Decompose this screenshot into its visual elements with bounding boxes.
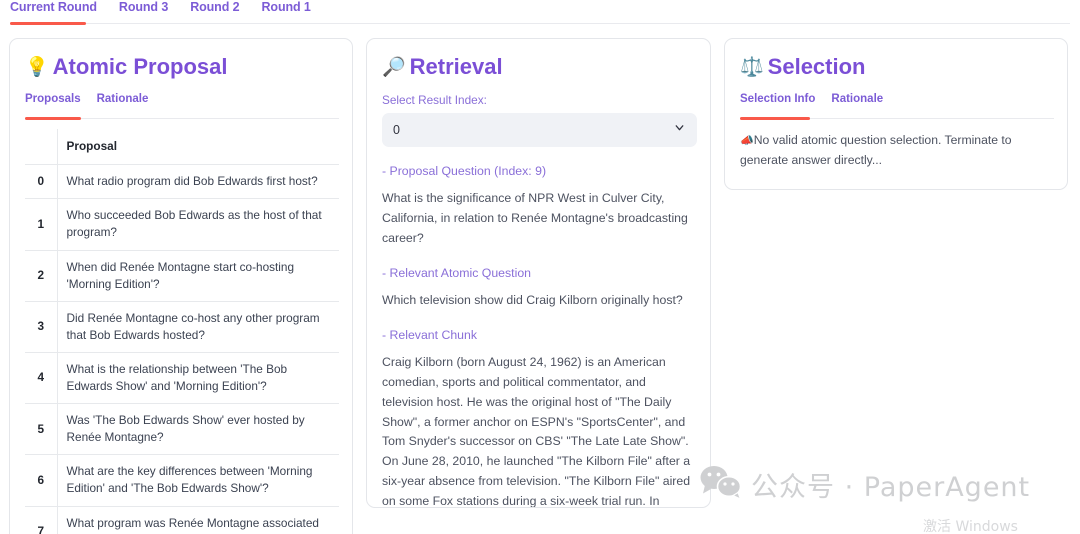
column-header-index: [25, 129, 58, 166]
row-proposal: What radio program did Bob Edwards first…: [56, 164, 339, 200]
selection-status-text: No valid atomic question selection. Term…: [740, 133, 1012, 167]
watermark-text: 公众号 · PaperAgent: [751, 472, 1031, 503]
table-row[interactable]: 4 What is the relationship between 'The …: [25, 351, 339, 405]
atomic-proposal-title-text: Atomic Proposal: [52, 54, 228, 79]
row-index: 2: [25, 249, 58, 302]
magnifying-glass-icon: 🔎: [382, 55, 406, 78]
row-index: 3: [25, 300, 58, 353]
row-proposal: Did Renée Montagne co-host any other pro…: [56, 300, 339, 353]
selection-tabs: Selection Info Rationale: [740, 93, 1054, 120]
table-row[interactable]: 1 Who succeeded Bob Edwards as the host …: [25, 198, 339, 251]
retrieval-title-text: Retrieval: [409, 54, 503, 79]
proposal-table: Proposal 0 What radio program did Bob Ed…: [25, 129, 339, 534]
row-proposal: What is the relationship between 'The Bo…: [56, 351, 339, 405]
selection-panel: ⚖️ Selection Selection Info Rationale 📣N…: [724, 38, 1068, 190]
atomic-proposal-tabs: Proposals Rationale: [25, 93, 339, 120]
row-index: 0: [25, 164, 58, 200]
table-row[interactable]: 2 When did Renée Montagne start co-hosti…: [25, 249, 339, 302]
retrieval-panel: 🔎 Retrieval Select Result Index: 0 - Pro…: [366, 38, 711, 508]
relevant-atomic-question-heading: - Relevant Atomic Question: [382, 265, 531, 280]
tab-selection-info[interactable]: Selection Info: [740, 93, 815, 105]
relevant-chunk-text: Craig Kilborn (born August 24, 1962) is …: [382, 354, 691, 508]
selection-title-text: Selection: [767, 54, 866, 79]
table-row[interactable]: 5 Was 'The Bob Edwards Show' ever hosted…: [25, 403, 339, 456]
atomic-proposal-tabs-active-indicator: [25, 117, 81, 120]
tab-round-2[interactable]: Round 2: [190, 0, 239, 21]
row-proposal: What are the key differences between 'Mo…: [56, 454, 339, 507]
round-tabs-active-indicator: [10, 22, 86, 25]
balance-scale-icon: ⚖️: [740, 55, 764, 78]
selection-status-message: 📣No valid atomic question selection. Ter…: [740, 131, 1052, 171]
retrieval-title: 🔎 Retrieval: [382, 54, 695, 79]
tab-proposals[interactable]: Proposals: [25, 93, 81, 105]
row-proposal: When did Renée Montagne start co-hosting…: [56, 249, 339, 302]
column-header-proposal: Proposal: [56, 129, 339, 166]
tab-selection-rationale[interactable]: Rationale: [831, 93, 883, 105]
round-tabs-divider: [10, 23, 1070, 24]
selection-title: ⚖️ Selection: [740, 54, 1052, 79]
tab-current-round[interactable]: Current Round: [10, 0, 97, 21]
result-index-select[interactable]: 0: [382, 113, 697, 148]
row-index: 5: [25, 403, 58, 456]
watermark: 公众号 · PaperAgent: [700, 465, 1030, 504]
proposal-question-heading: - Proposal Question (Index: 9): [382, 164, 547, 179]
select-result-index-label: Select Result Index:: [382, 93, 487, 108]
table-row[interactable]: 0 What radio program did Bob Edwards fir…: [25, 164, 339, 200]
windows-activation-notice: 激活 Windows: [923, 519, 1018, 534]
result-index-selected-value: 0: [393, 123, 400, 138]
relevant-chunk-heading: - Relevant Chunk: [382, 327, 478, 342]
atomic-proposal-title: 💡 Atomic Proposal: [25, 54, 337, 79]
row-proposal: Who succeeded Bob Edwards as the host of…: [56, 198, 339, 251]
megaphone-icon: 📣: [740, 134, 754, 148]
row-index: 6: [25, 454, 58, 507]
atomic-proposal-panel: 💡 Atomic Proposal Proposals Rationale Pr…: [9, 38, 353, 534]
tab-round-3[interactable]: Round 3: [119, 0, 168, 21]
table-header-row: Proposal: [25, 129, 339, 166]
row-proposal: What program was Renée Montagne associat…: [56, 505, 339, 534]
row-index: 4: [25, 351, 58, 405]
selection-tabs-active-indicator: [740, 117, 810, 120]
table-row[interactable]: 3 Did Renée Montagne co-host any other p…: [25, 300, 339, 353]
row-index: 7: [25, 505, 58, 534]
tab-round-1[interactable]: Round 1: [261, 0, 310, 21]
relevant-atomic-question-text: Which television show did Craig Kilborn …: [382, 292, 683, 307]
row-proposal: Was 'The Bob Edwards Show' ever hosted b…: [56, 403, 339, 456]
chevron-down-icon: [673, 121, 686, 139]
tab-proposal-rationale[interactable]: Rationale: [97, 93, 149, 105]
proposal-question-text: What is the significance of NPR West in …: [382, 191, 688, 245]
table-row[interactable]: 7 What program was Renée Montagne associ…: [25, 505, 339, 534]
table-row[interactable]: 6 What are the key differences between '…: [25, 454, 339, 507]
row-index: 1: [25, 198, 58, 251]
light-bulb-icon: 💡: [25, 55, 49, 78]
